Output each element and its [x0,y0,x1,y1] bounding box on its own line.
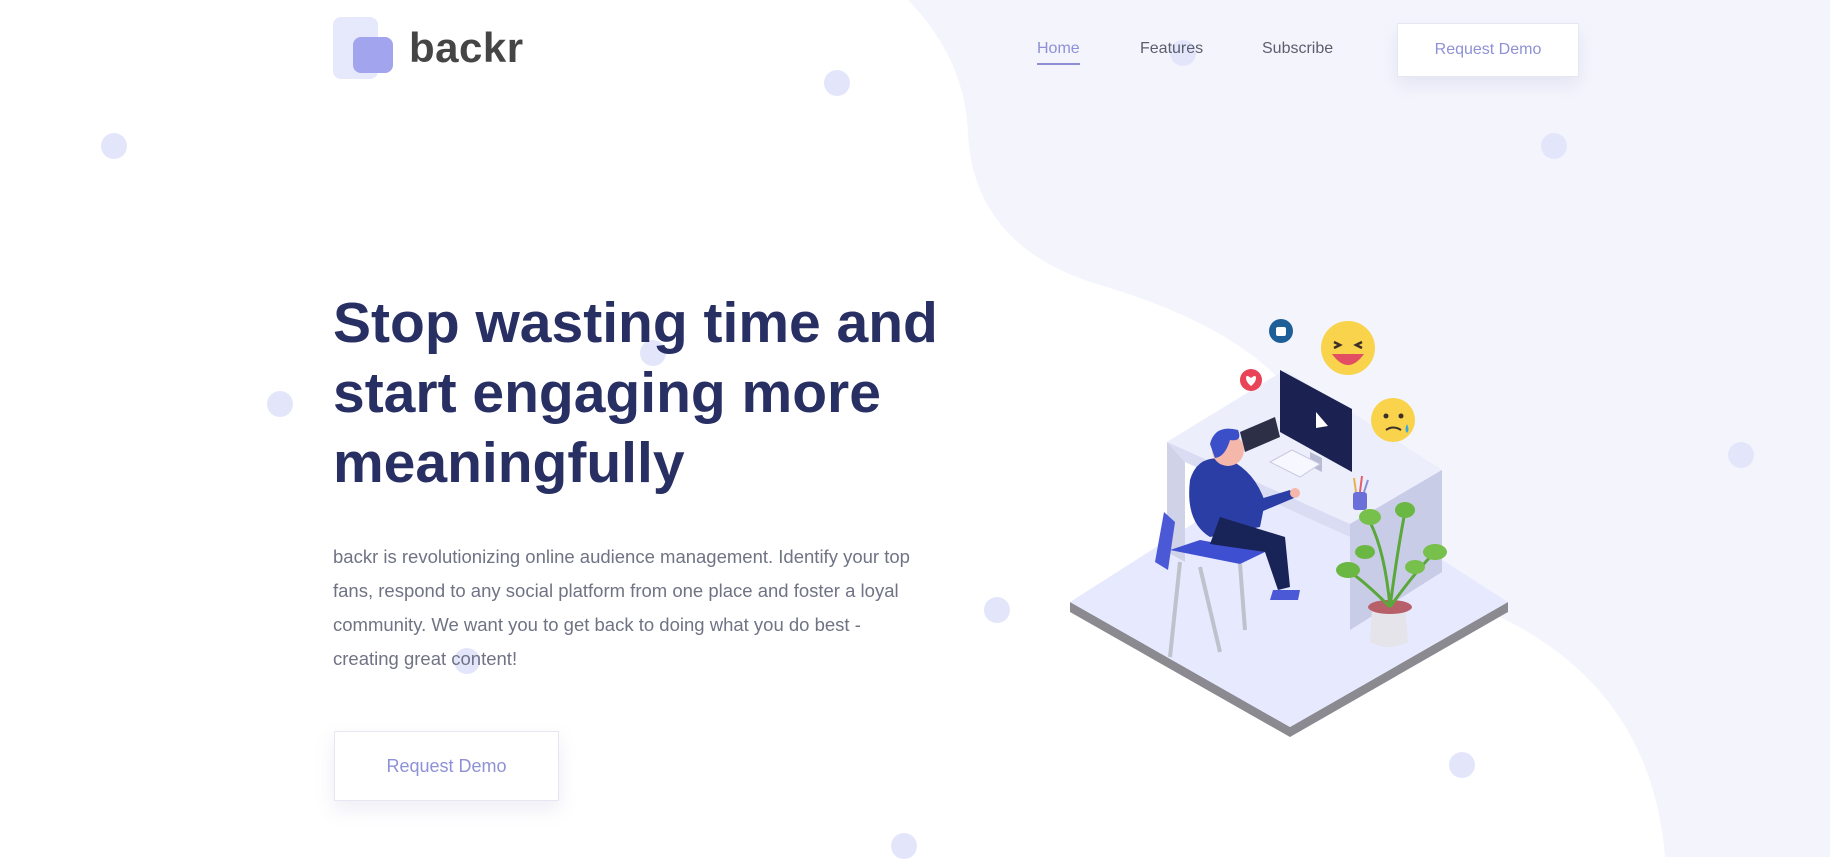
decor-dot [984,597,1010,623]
decor-dot [1728,442,1754,468]
decor-dot [1541,133,1567,159]
decor-dot [101,133,127,159]
nav-link-subscribe[interactable]: Subscribe [1262,40,1333,58]
nav-link-features[interactable]: Features [1140,40,1203,58]
nav-link-home[interactable]: Home [1037,40,1080,65]
decor-dot [824,70,850,96]
logo-icon [333,17,395,79]
hero-description: backr is revolutionizing online audience… [333,546,910,669]
decor-dot [1449,752,1475,778]
workspace-illustration [1070,319,1508,737]
logo[interactable]: backr [333,17,524,79]
hero-title: Stop wasting time and start engaging mor… [333,291,938,495]
logo-text: backr [409,24,524,71]
decor-dot [267,391,293,417]
hero-request-demo-button[interactable]: Request Demo [334,731,559,801]
decor-dot [891,833,917,859]
nav-request-demo-button[interactable]: Request Demo [1397,23,1579,77]
